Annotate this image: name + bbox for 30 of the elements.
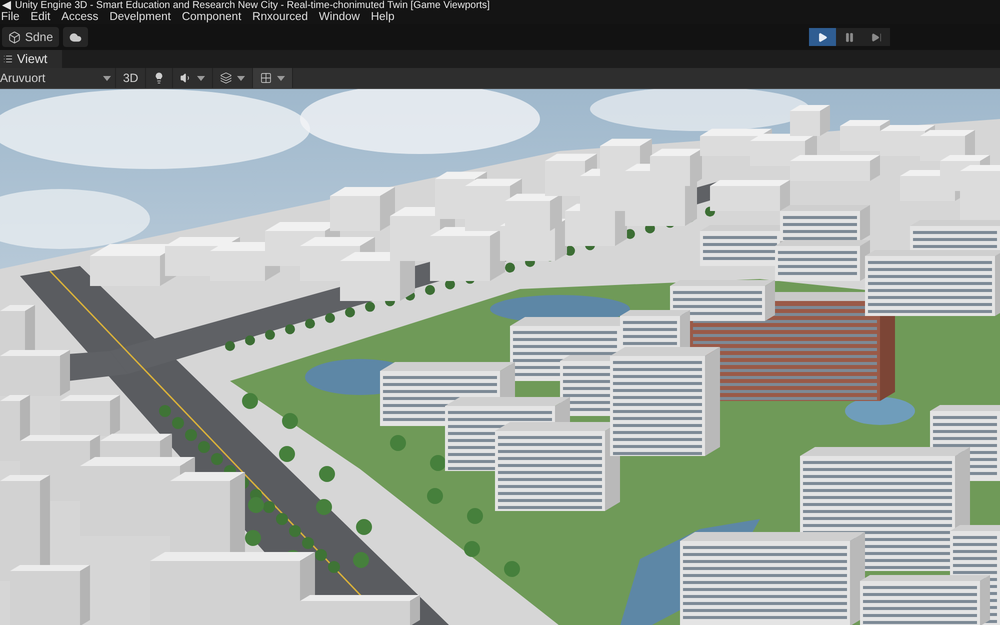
- menu-item[interactable]: Edit: [30, 11, 50, 24]
- play-icon: [817, 32, 828, 42]
- caret-icon: [103, 76, 111, 80]
- layers-icon: [220, 72, 232, 84]
- caret-icon: [237, 76, 246, 80]
- view-tab[interactable]: Viewt: [0, 50, 62, 68]
- play-button[interactable]: [809, 28, 836, 46]
- menu-item[interactable]: Component: [182, 11, 242, 24]
- step-button[interactable]: [863, 28, 890, 46]
- grid-icon: [260, 72, 272, 84]
- caret-icon: [277, 76, 286, 80]
- list-icon: [3, 54, 13, 64]
- scene-button[interactable]: Sdne: [2, 27, 60, 47]
- camera-dropdown[interactable]: Aruvuort: [0, 68, 116, 88]
- menu-item[interactable]: Develpment: [109, 11, 171, 24]
- cloud-icon: [69, 30, 82, 44]
- step-icon: [871, 32, 882, 42]
- cube-icon: [8, 30, 21, 44]
- pause-icon: [844, 32, 855, 42]
- menu-item[interactable]: File: [1, 11, 20, 24]
- window-title: Unity Engine 3D - Smart Education and Research New City - Real-time-chonimuted Twin [Game Viewports]: [15, 0, 490, 11]
- menu-item[interactable]: Window: [318, 11, 360, 24]
- cloud-button[interactable]: [63, 27, 88, 47]
- gizmos-button[interactable]: [253, 68, 294, 88]
- lightbulb-icon: [153, 72, 166, 84]
- caret-icon: [197, 76, 206, 80]
- menu-item[interactable]: Access: [61, 11, 98, 24]
- menu-item[interactable]: Rnxourced: [252, 11, 308, 24]
- menu-item[interactable]: Help: [370, 11, 394, 24]
- pause-button[interactable]: [836, 28, 863, 46]
